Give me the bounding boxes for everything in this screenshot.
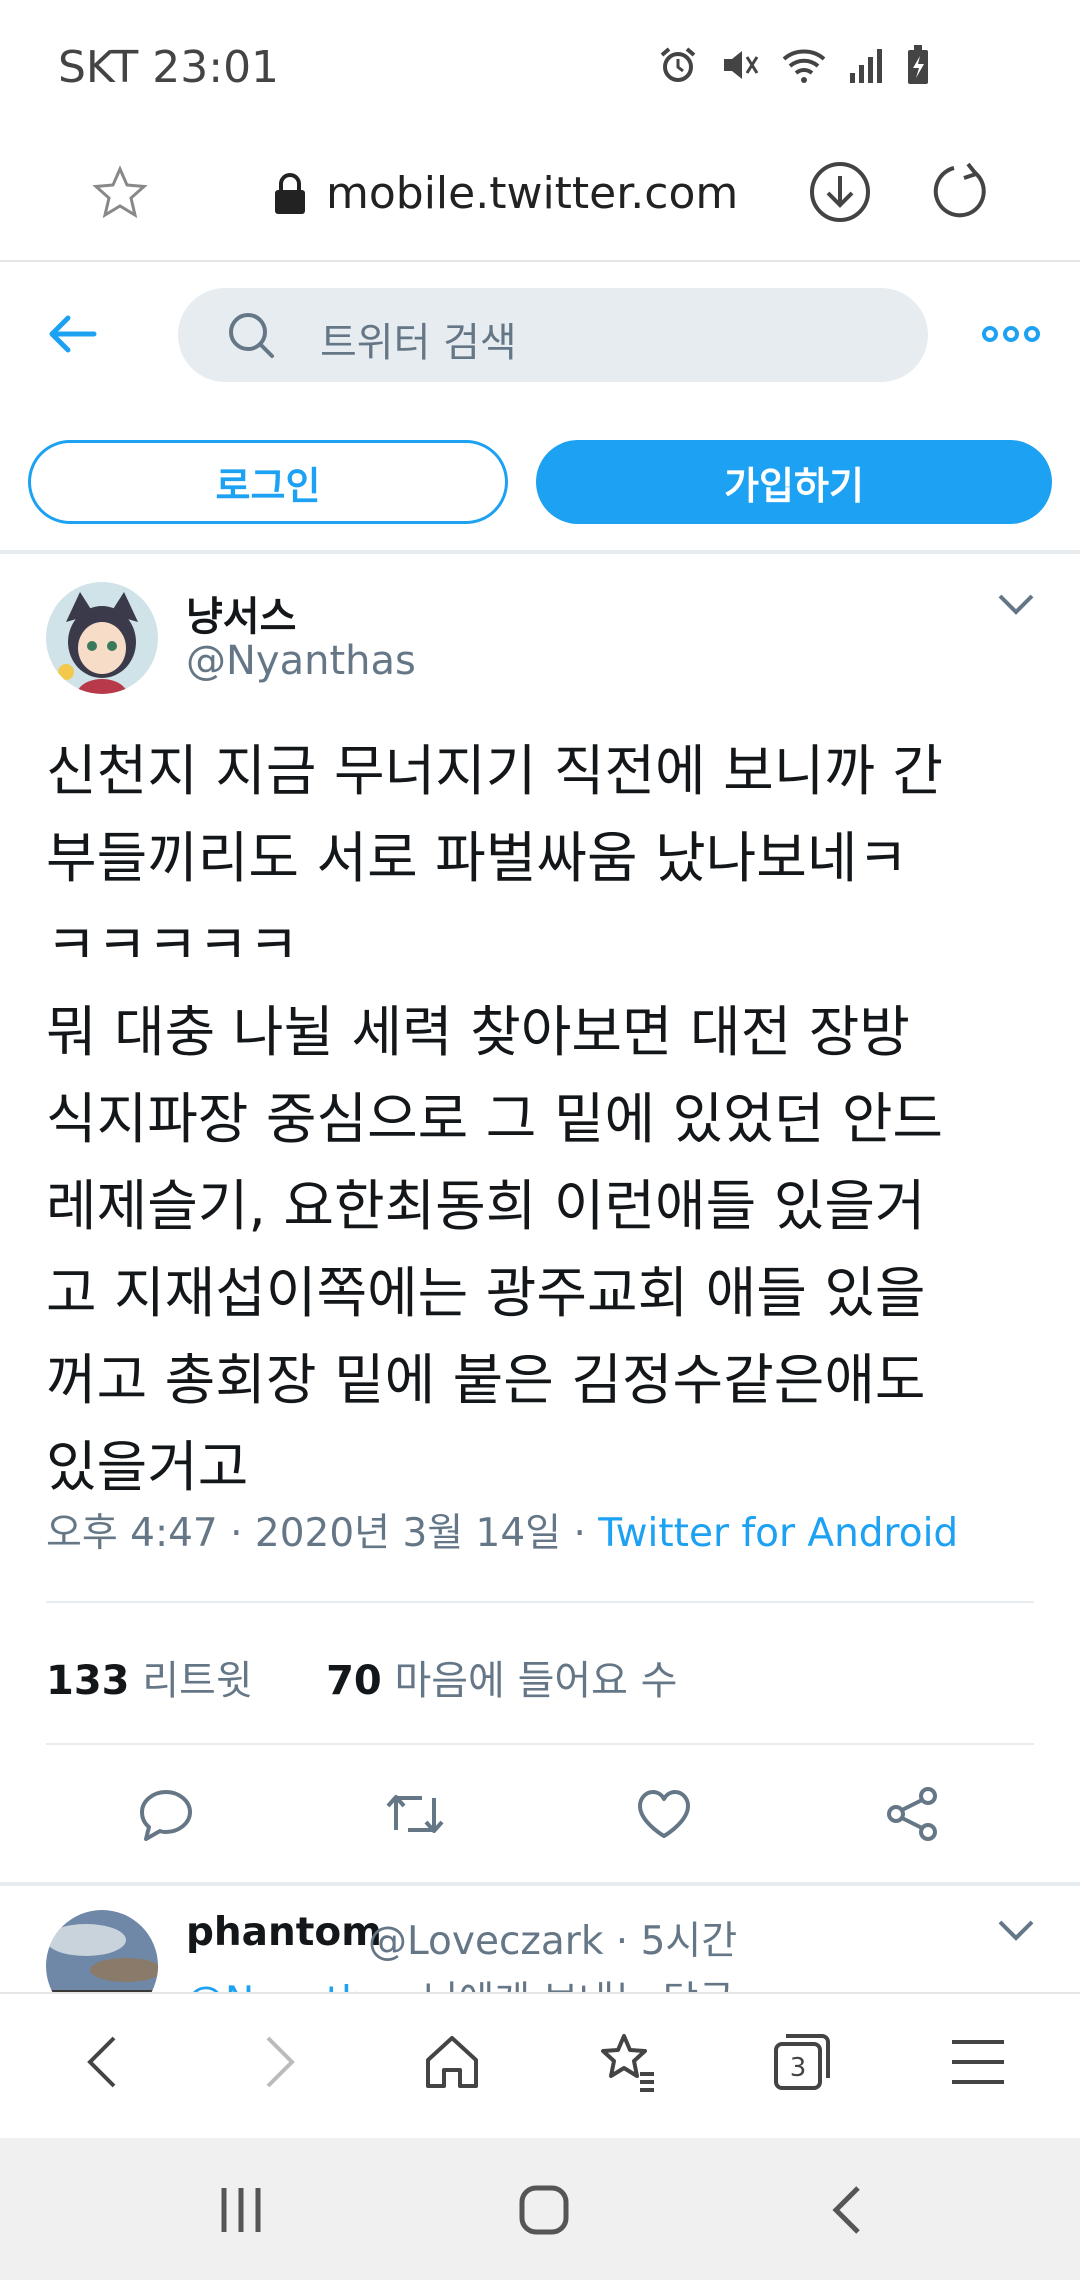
- avatar[interactable]: [46, 1910, 158, 1992]
- search-icon: [229, 313, 274, 358]
- status-carrier-time: SKT 23:01: [58, 42, 279, 93]
- tweet-meta: 오후 4:47 · 2020년 3월 14일 · Twitter for And…: [46, 1502, 958, 1558]
- twitter-header: 트위터 검색: [0, 262, 1080, 412]
- bookmarks-icon[interactable]: [596, 2030, 660, 2094]
- divider: [46, 1601, 1034, 1603]
- more-options-icon[interactable]: [982, 324, 1040, 344]
- retweets-count: 133: [46, 1658, 130, 1704]
- search-placeholder: 트위터 검색: [320, 320, 517, 366]
- reply-mention[interactable]: @Nyanthas: [186, 1979, 410, 1992]
- wifi-icon: [782, 49, 826, 83]
- clock-label: 23:01: [152, 42, 280, 93]
- tweet-author-handle[interactable]: @Nyanthas: [186, 638, 416, 684]
- browser-address-bar: mobile.twitter.com: [0, 140, 1080, 262]
- main-tweet: 냥서스 @Nyanthas 신천지 지금 무너지기 직전에 보니까 간 부들끼리…: [0, 556, 1080, 1886]
- reload-icon[interactable]: [928, 160, 992, 224]
- signal-icon: [850, 49, 882, 83]
- alarm-icon: [660, 47, 696, 82]
- divider: [46, 1743, 1034, 1745]
- share-icon[interactable]: [882, 1784, 942, 1844]
- tweet-text: 신천지 지금 무너지기 직전에 보니까 간 부들끼리도 서로 파벌싸움 났나보네…: [46, 739, 944, 1499]
- tabs-icon[interactable]: 3: [770, 2030, 834, 2094]
- mute-icon: [724, 51, 759, 79]
- avatar[interactable]: [46, 582, 158, 694]
- lock-icon: [275, 173, 305, 214]
- retweets-stat[interactable]: 133 리트윗: [46, 1658, 253, 1704]
- avatar-image: [46, 1910, 158, 1992]
- status-bar: SKT 23:01: [0, 0, 1080, 140]
- meta-separator: ·: [561, 1511, 599, 1556]
- home-icon[interactable]: [420, 2030, 484, 2094]
- download-icon[interactable]: [808, 160, 872, 224]
- recent-apps-icon[interactable]: [216, 2182, 266, 2238]
- reply-author-handle[interactable]: @Loveczark · 5시간: [368, 1910, 737, 1966]
- retweets-label: 리트윗: [142, 1658, 253, 1704]
- reply-tweet[interactable]: phantom @Loveczark · 5시간 @Nyanthas 님에게 보…: [0, 1886, 1080, 1992]
- reply-author-name[interactable]: phantom: [186, 1910, 382, 1955]
- status-icons: [658, 44, 930, 86]
- chevron-down-icon[interactable]: [996, 592, 1036, 616]
- likes-stat[interactable]: 70 마음에 들어요 수: [326, 1658, 677, 1704]
- likes-count: 70: [326, 1658, 382, 1704]
- back-button-icon[interactable]: [826, 2182, 870, 2238]
- auth-buttons-row: 로그인 가입하기: [0, 412, 1080, 554]
- back-arrow-icon[interactable]: [44, 306, 100, 362]
- heart-icon[interactable]: [634, 1784, 694, 1844]
- signup-button[interactable]: 가입하기: [536, 440, 1052, 524]
- tweet-stats: 133 리트윗 70 마음에 들어요 수: [46, 1648, 677, 1706]
- search-input[interactable]: 트위터 검색: [178, 288, 928, 382]
- carrier-label: SKT: [58, 42, 139, 93]
- home-button-icon[interactable]: [518, 2182, 570, 2238]
- avatar-image: [46, 582, 158, 694]
- reply-icon[interactable]: [136, 1784, 196, 1844]
- browser-forward-icon[interactable]: [254, 2030, 302, 2094]
- star-icon[interactable]: [90, 164, 150, 224]
- reply-context: @Nyanthas 님에게 보내는 답글: [186, 1970, 734, 1992]
- reply-context-text: 님에게 보내는 답글: [410, 1979, 735, 1992]
- battery-charging-icon: [908, 45, 928, 84]
- menu-icon[interactable]: [948, 2030, 1008, 2094]
- url-field[interactable]: mobile.twitter.com: [326, 168, 738, 219]
- retweet-icon[interactable]: [382, 1784, 448, 1844]
- tweet-client-link[interactable]: Twitter for Android: [598, 1511, 958, 1556]
- android-nav-bar: [0, 2138, 1080, 2280]
- svg-text:3: 3: [790, 2053, 807, 2083]
- tweet-author-name[interactable]: 냥서스: [186, 584, 296, 642]
- likes-label: 마음에 들어요 수: [394, 1658, 678, 1704]
- login-button[interactable]: 로그인: [28, 440, 508, 524]
- browser-back-icon[interactable]: [80, 2030, 128, 2094]
- tweet-timestamp: 오후 4:47 · 2020년 3월 14일: [46, 1511, 562, 1556]
- chevron-down-icon[interactable]: [996, 1918, 1036, 1942]
- browser-toolbar: 3: [0, 1992, 1080, 2138]
